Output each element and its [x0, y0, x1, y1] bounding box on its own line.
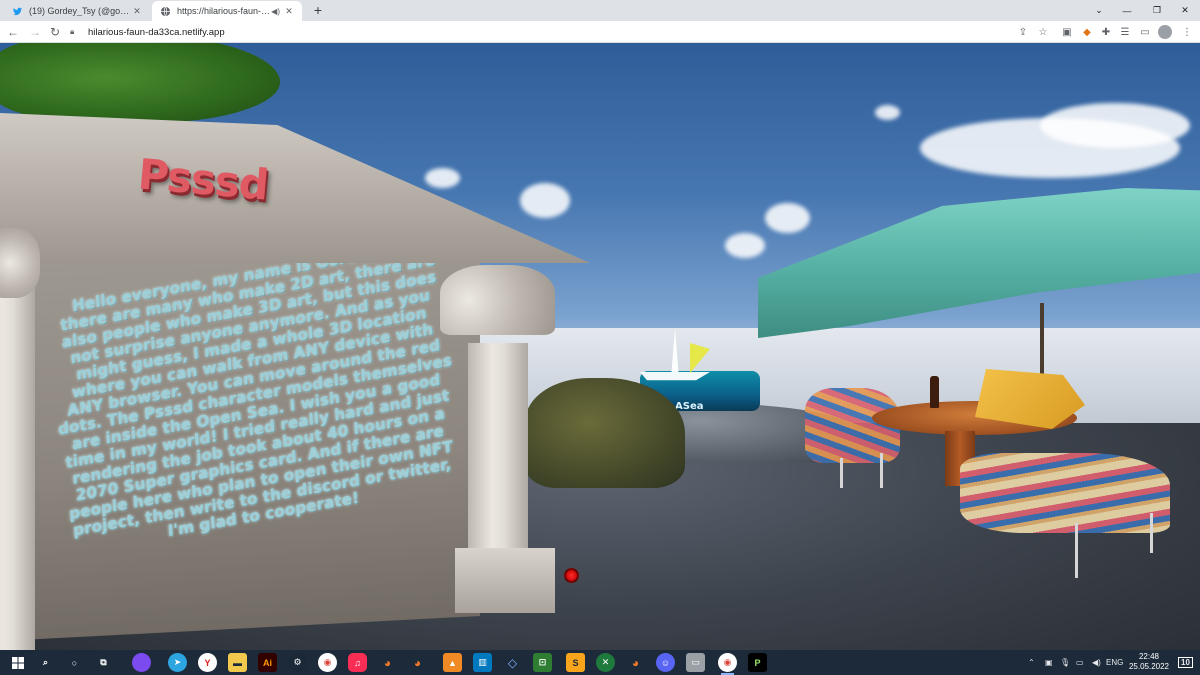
grass-bush	[525, 378, 685, 488]
psssd-app-icon[interactable]: P	[748, 653, 767, 672]
column-capital-right	[440, 265, 555, 335]
column-base	[455, 548, 555, 613]
tab-twitter[interactable]: (19) Gordey_Tsy (@gordey_tsy) / Twitter …	[4, 1, 150, 21]
language-indicator[interactable]: ENG	[1106, 650, 1123, 675]
search-icon[interactable]: ⌕	[36, 653, 55, 672]
cloud	[725, 233, 765, 258]
sublime-icon[interactable]: S	[566, 653, 585, 672]
alice-assistant-icon[interactable]	[132, 653, 151, 672]
windows-start-icon[interactable]	[8, 653, 27, 672]
discord-icon[interactable]: ☺	[656, 653, 675, 672]
cloud	[765, 203, 810, 233]
cloud	[425, 168, 460, 188]
twitter-icon	[12, 6, 23, 17]
reading-list-icon[interactable]: ☰	[1118, 25, 1132, 39]
green-app-icon[interactable]: ⊡	[533, 653, 552, 672]
blender-icon[interactable]: ◕	[378, 653, 397, 672]
forward-icon[interactable]: →	[27, 24, 43, 40]
column-capital-left	[0, 228, 40, 298]
tray-app-icon[interactable]: ▣	[1045, 650, 1053, 675]
volume-icon[interactable]: ◀)	[1092, 650, 1101, 675]
notification-center-icon[interactable]: 10	[1178, 650, 1193, 675]
microphone-icon[interactable]: 🎙︎	[1060, 650, 1070, 675]
windows-taskbar: ⌕ ○ ⧉ ➤ Y ▬ Ai ⚙ ◉ ♫ ◕ ◕ ▲ ▥ ◇ ⊡ S ✕ ◕ ☺…	[0, 650, 1200, 675]
globe-icon	[160, 6, 171, 17]
yandex-browser-icon[interactable]: Y	[198, 653, 217, 672]
column-right	[468, 343, 528, 553]
tab-title: (19) Gordey_Tsy (@gordey_tsy) / Twitter	[29, 6, 132, 16]
chrome-icon[interactable]: ◉	[318, 653, 337, 672]
new-tab-button[interactable]: +	[310, 2, 326, 18]
tab-netlify[interactable]: https://hilarious-faun-da33ca.netlify.ap…	[152, 1, 302, 21]
steam-icon[interactable]: ⚙	[288, 653, 307, 672]
close-tab-icon[interactable]: ✕	[132, 6, 142, 17]
chair-leg	[840, 458, 843, 488]
monitor-app-icon[interactable]: ▭	[686, 653, 705, 672]
clock-date: 25.05.2022	[1128, 662, 1170, 671]
browser-toolbar: ← → ↻ 🔒︎ hilarious-faun-da33ca.netlify.a…	[0, 21, 1200, 43]
notification-count: 10	[1178, 657, 1193, 668]
cloud	[875, 105, 900, 120]
3d-cube-icon[interactable]: ◇	[503, 653, 522, 672]
url-text: hilarious-faun-da33ca.netlify.app	[88, 26, 225, 38]
extension-icon[interactable]: ▣	[1060, 25, 1074, 39]
bookmark-star-icon[interactable]: ☆	[1036, 25, 1050, 39]
lock-icon[interactable]: 🔒︎	[70, 27, 82, 37]
chair-leg	[880, 453, 883, 488]
cloud	[1040, 103, 1190, 148]
umbrella	[758, 188, 1200, 338]
back-icon[interactable]: ←	[5, 24, 21, 40]
scene-viewport[interactable]: ASea Hello everyone, my name is Gordey. …	[0, 43, 1200, 650]
minimize-button[interactable]: —	[1110, 0, 1144, 21]
sidepanel-icon[interactable]: ▭	[1138, 25, 1152, 39]
cloud	[520, 183, 570, 218]
menu-icon[interactable]: ⋮	[1180, 25, 1194, 39]
tab-strip: (19) Gordey_Tsy (@gordey_tsy) / Twitter …	[0, 0, 1200, 21]
tray-chevron-icon[interactable]: ⌃	[1028, 650, 1035, 675]
clock[interactable]: 22:48 25.05.2022	[1124, 652, 1174, 672]
island-label: ASea	[675, 401, 704, 412]
clock-time: 22:48	[1138, 652, 1160, 661]
itunes-icon[interactable]: ♫	[348, 653, 367, 672]
network-icon[interactable]: ▭	[1076, 650, 1084, 675]
profile-avatar[interactable]	[1158, 25, 1172, 39]
bottle	[930, 376, 939, 408]
red-dot-waypoint[interactable]	[564, 568, 579, 583]
illustrator-icon[interactable]: Ai	[258, 653, 277, 672]
share-icon[interactable]: ⇪	[1016, 25, 1030, 39]
xbox-icon[interactable]: ✕	[596, 653, 615, 672]
extensions-puzzle-icon[interactable]: ✚	[1099, 25, 1113, 39]
blender-icon[interactable]: ◕	[408, 653, 427, 672]
chrome-active-icon[interactable]: ◉	[718, 653, 737, 675]
column-left	[0, 243, 35, 650]
telegram-icon[interactable]: ➤	[168, 653, 187, 672]
close-tab-icon[interactable]: ✕	[284, 6, 294, 17]
close-window-button[interactable]: ✕	[1168, 0, 1200, 21]
chair-leg	[1150, 513, 1153, 553]
trello-icon[interactable]: ▥	[473, 653, 492, 672]
speaker-icon[interactable]: ◀)	[271, 7, 280, 16]
temple-pediment	[0, 113, 590, 263]
reload-icon[interactable]: ↻	[47, 24, 63, 40]
lounge-chair	[960, 453, 1170, 533]
metamask-icon[interactable]: ◆	[1080, 25, 1094, 39]
chair-leg	[1075, 523, 1078, 578]
cortana-icon[interactable]: ○	[65, 653, 84, 672]
tab-title: https://hilarious-faun-da33ca.netlify.ap…	[177, 6, 272, 16]
tree-foliage	[0, 43, 280, 123]
task-view-icon[interactable]: ⧉	[94, 653, 113, 672]
box-app-icon[interactable]: ▲	[443, 653, 462, 672]
blender-icon[interactable]: ◕	[626, 653, 645, 672]
file-explorer-icon[interactable]: ▬	[228, 653, 247, 672]
address-bar[interactable]: 🔒︎ hilarious-faun-da33ca.netlify.app	[70, 23, 990, 41]
